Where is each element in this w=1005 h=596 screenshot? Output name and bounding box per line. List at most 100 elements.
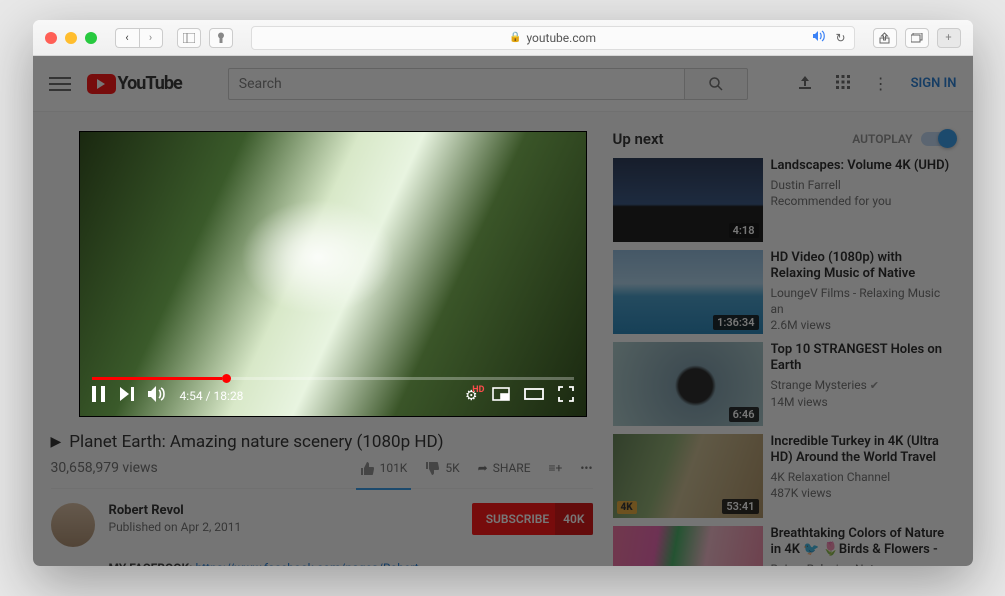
pause-icon[interactable] xyxy=(92,386,106,406)
signin-button[interactable]: SIGN IN xyxy=(911,76,957,91)
suggestion-thumbnail: 6:46 xyxy=(613,342,763,426)
channel-avatar[interactable] xyxy=(51,503,95,547)
settings-icon[interactable]: ⚙HD xyxy=(465,388,478,404)
search-button[interactable] xyxy=(684,68,748,100)
share-button[interactable]: ➦ SHARE xyxy=(478,461,531,475)
player-controls: 4:54 / 18:28 ⚙HD xyxy=(80,376,586,416)
suggestion-thumbnail: 4K53:41 xyxy=(613,434,763,518)
subscriber-count: 40K xyxy=(555,503,592,535)
suggestion-item[interactable]: 4KBreathtaking Colors of Nature in 4K 🐦 … xyxy=(613,526,955,566)
audio-icon[interactable] xyxy=(812,30,826,45)
back-button[interactable]: ‹ xyxy=(115,28,139,48)
page-content: YouTube ⋮ SIGN IN xyxy=(33,56,973,566)
suggestion-title: Incredible Turkey in 4K (Ultra HD) Aroun… xyxy=(771,434,955,466)
autoplay-toggle[interactable] xyxy=(921,132,955,146)
suggestion-item[interactable]: 6:46 Top 10 STRANGEST Holes on Earth Stran… xyxy=(613,342,955,426)
suggestion-thumbnail: 4:18 xyxy=(613,158,763,242)
desc-link[interactable]: https://www.facebook.com/pages/Robert xyxy=(196,561,419,566)
apps-icon[interactable] xyxy=(835,74,851,94)
upload-icon[interactable] xyxy=(797,74,813,94)
sidebar-column: Up next AUTOPLAY 4:18 Landscapes: Volume … xyxy=(613,130,955,566)
close-window-icon[interactable] xyxy=(45,32,57,44)
search-input[interactable] xyxy=(228,68,684,100)
video-player[interactable]: 4:54 / 18:28 ⚙HD xyxy=(79,131,587,417)
lock-icon: 🔒 xyxy=(509,32,521,43)
suggestion-list: 4:18 Landscapes: Volume 4K (UHD) Dustin Fa… xyxy=(613,158,955,566)
volume-icon[interactable] xyxy=(148,386,166,406)
more-actions-button[interactable]: ••• xyxy=(580,461,592,475)
suggestion-meta: 487K views xyxy=(771,485,955,501)
search-form xyxy=(228,68,748,100)
youtube-logo-text: YouTube xyxy=(118,73,182,94)
miniplayer-icon[interactable] xyxy=(492,387,510,405)
address-bar[interactable]: 🔒 youtube.com ↻ xyxy=(251,26,855,50)
tabs-icon[interactable] xyxy=(905,28,929,48)
dislike-button[interactable]: 5K xyxy=(425,461,459,476)
maximize-window-icon[interactable] xyxy=(85,32,97,44)
window-controls xyxy=(45,32,97,44)
publish-date: Published on Apr 2, 2011 xyxy=(109,520,458,534)
duration-badge: 4:18 xyxy=(729,223,759,238)
suggestion-title: Top 10 STRANGEST Holes on Earth xyxy=(771,342,955,374)
suggestion-author: Strange Mysteries ✔ xyxy=(771,377,955,394)
like-count: 101K xyxy=(380,461,408,475)
suggestion-thumbnail: 1:36:34 xyxy=(613,250,763,334)
suggestion-author: Dustin Farrell xyxy=(771,177,955,193)
suggestion-title: Breathtaking Colors of Nature in 4K 🐦 🌷B… xyxy=(771,526,955,558)
suggestion-author: 4K Relaxation Channel xyxy=(771,469,955,485)
up-next-header: Up next AUTOPLAY xyxy=(613,130,955,148)
more-icon[interactable]: ⋮ xyxy=(873,74,889,93)
like-button[interactable]: 101K xyxy=(360,461,408,476)
video-meta-row: 30,658,979 views 101K 5K ➦ SHARE xyxy=(51,460,593,489)
suggestion-author: LoungeV Films - Relaxing Music an xyxy=(771,285,955,317)
add-to-button[interactable]: ≡+ xyxy=(549,461,563,475)
subscribe-button[interactable]: SUBSCRIBE 40K xyxy=(472,503,593,535)
suggestion-info: HD Video (1080p) with Relaxing Music of … xyxy=(771,250,955,334)
suggestion-title: Landscapes: Volume 4K (UHD) xyxy=(771,158,955,174)
theater-icon[interactable] xyxy=(524,387,544,405)
suggestion-meta: 14M views xyxy=(771,394,955,410)
next-icon[interactable] xyxy=(120,387,134,405)
suggestion-meta: 2.6M views xyxy=(771,317,955,333)
toolbar-right: + xyxy=(873,28,961,48)
channel-name[interactable]: Robert Revol xyxy=(109,503,458,518)
browser-window: ‹ › 🔒 youtube.com ↻ + xyxy=(33,20,973,566)
channel-info: Robert Revol Published on Apr 2, 2011 xyxy=(109,503,458,534)
autoplay-label: AUTOPLAY xyxy=(852,132,912,146)
share-label: SHARE xyxy=(493,461,531,475)
youtube-play-icon xyxy=(87,74,116,94)
suggestion-info: Landscapes: Volume 4K (UHD) Dustin Farrel… xyxy=(771,158,955,242)
share-icon[interactable] xyxy=(873,28,897,48)
browser-titlebar: ‹ › 🔒 youtube.com ↻ + xyxy=(33,20,973,56)
verified-icon: ✔ xyxy=(870,379,879,392)
forward-button[interactable]: › xyxy=(139,28,163,48)
sidebar-toggle-icon[interactable] xyxy=(177,28,201,48)
fullscreen-icon[interactable] xyxy=(558,386,574,406)
reload-icon[interactable]: ↻ xyxy=(835,31,845,45)
time-display: 4:54 / 18:28 xyxy=(180,389,244,403)
youtube-logo[interactable]: YouTube xyxy=(87,73,182,94)
suggestion-item[interactable]: 1:36:34HD Video (1080p) with Relaxing Mu… xyxy=(613,250,955,334)
view-count: 30,658,979 views xyxy=(51,460,158,476)
suggestion-title: HD Video (1080p) with Relaxing Music of … xyxy=(771,250,955,282)
subscribe-label: SUBSCRIBE xyxy=(486,512,549,526)
play-glyph-icon: ▶ xyxy=(51,434,62,450)
suggestion-item[interactable]: 4K53:41Incredible Turkey in 4K (Ultra HD… xyxy=(613,434,955,518)
suggestion-info: Top 10 STRANGEST Holes on Earth Strange M… xyxy=(771,342,955,426)
quality-badge: HD xyxy=(469,384,487,396)
url-text: youtube.com xyxy=(526,31,596,45)
menu-icon[interactable] xyxy=(49,73,71,95)
duration-badge: 6:46 xyxy=(729,407,759,422)
nav-buttons: ‹ › xyxy=(115,28,163,48)
suggestion-author: BaLu - Relaxing Nature xyxy=(771,561,955,566)
suggestion-item[interactable]: 4:18 Landscapes: Volume 4K (UHD) Dustin Fa… xyxy=(613,158,955,242)
video-title-row: ▶ Planet Earth: Amazing nature scenery (… xyxy=(51,432,593,452)
suggestion-meta: Recommended for you xyxy=(771,193,955,209)
up-next-label: Up next xyxy=(613,130,664,148)
suggestion-thumbnail: 4K xyxy=(613,526,763,566)
minimize-window-icon[interactable] xyxy=(65,32,77,44)
privacy-icon[interactable] xyxy=(209,28,233,48)
new-tab-button[interactable]: + xyxy=(937,28,961,48)
suggestion-info: Incredible Turkey in 4K (Ultra HD) Aroun… xyxy=(771,434,955,518)
badge-4k-icon: 4K xyxy=(617,501,637,514)
